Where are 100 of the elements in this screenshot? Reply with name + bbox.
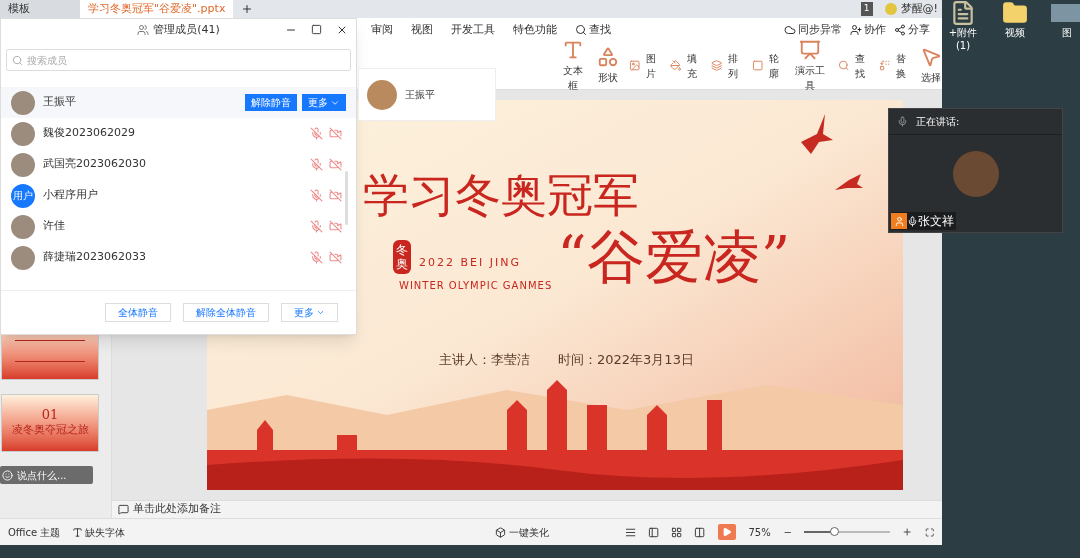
ribbon-tool-button[interactable]: 替换 bbox=[879, 50, 910, 81]
tool-icon bbox=[669, 59, 681, 72]
ribbon-tool-button[interactable]: 图片 bbox=[628, 50, 660, 81]
slide-subtitle: 2022 BEI JING bbox=[419, 255, 521, 271]
tool-icon bbox=[628, 59, 640, 72]
slide-thumbnail[interactable]: 01 凌冬奥夺冠之旅 bbox=[1, 394, 99, 452]
avatar bbox=[11, 121, 35, 146]
ribbon-tool-button[interactable]: 填充 bbox=[669, 50, 701, 81]
seal-stamp: 冬奥 bbox=[393, 240, 411, 274]
slide-name: “谷爱凌” bbox=[557, 228, 791, 286]
cloud-icon bbox=[784, 24, 796, 36]
member-row[interactable]: 薛捷瑞2023062033 bbox=[1, 242, 356, 273]
zoom-slider-thumb[interactable] bbox=[830, 527, 840, 536]
camera-off-icon[interactable] bbox=[329, 189, 342, 202]
thumbnail-title: 凌冬奥夺冠之旅 bbox=[11, 422, 89, 439]
member-row[interactable]: 用户 小程序用户 bbox=[1, 180, 356, 211]
share-icon bbox=[894, 24, 906, 36]
ribbon-tool-button[interactable]: 演示工具 bbox=[792, 38, 828, 93]
member-row[interactable]: 王振平 解除静音 更多 bbox=[1, 87, 356, 118]
member-name: 魏俊2023062029 bbox=[43, 125, 136, 142]
tool-icon bbox=[920, 46, 942, 68]
avatar: 用户 bbox=[11, 183, 35, 208]
panel-title: 管理成员(41) bbox=[153, 21, 220, 38]
ribbon-tab[interactable]: 查找 bbox=[566, 21, 620, 39]
member-row[interactable]: 武国亮2023062030 bbox=[1, 149, 356, 180]
ribbon-tool-button[interactable]: 文本框 bbox=[560, 38, 587, 93]
missing-font-button[interactable]: 缺失字体 bbox=[72, 524, 126, 540]
mic-icon bbox=[907, 215, 918, 227]
file-icon[interactable] bbox=[950, 0, 976, 26]
ribbon-tool-button[interactable]: 轮廓 bbox=[751, 50, 783, 81]
speaking-label: 正在讲话: bbox=[916, 115, 960, 129]
font-icon bbox=[72, 526, 84, 538]
mic-muted-icon[interactable] bbox=[310, 220, 323, 233]
avatar bbox=[11, 90, 35, 115]
tool-icon bbox=[838, 59, 850, 72]
mic-muted-icon[interactable] bbox=[310, 127, 323, 140]
normal-view-icon[interactable] bbox=[648, 525, 660, 539]
unmute-button[interactable]: 解除静音 bbox=[245, 94, 297, 111]
member-row[interactable]: 魏俊2023062029 bbox=[1, 118, 356, 149]
camera-off-icon[interactable] bbox=[329, 127, 342, 140]
document-tab[interactable]: 学习冬奥冠军"谷爱凌".pptx bbox=[80, 0, 234, 18]
avatar bbox=[11, 152, 35, 177]
user-name[interactable]: 梦醒@! bbox=[900, 0, 938, 18]
ribbon-tool-button[interactable]: 排列 bbox=[710, 50, 742, 81]
reading-view-icon[interactable] bbox=[694, 525, 706, 539]
tool-icon bbox=[710, 59, 722, 72]
ribbon-tab[interactable]: 开发工具 bbox=[442, 21, 504, 39]
new-tab-icon[interactable] bbox=[241, 3, 254, 15]
mic-muted-icon[interactable] bbox=[310, 251, 323, 264]
maximize-icon[interactable] bbox=[311, 24, 322, 35]
folder-icon[interactable] bbox=[1002, 0, 1028, 26]
avatar bbox=[367, 79, 397, 110]
person-icon bbox=[893, 215, 905, 227]
avatar bbox=[11, 245, 35, 270]
ribbon-tool-button[interactable]: 形状 bbox=[596, 46, 619, 85]
footer-button[interactable]: 更多 bbox=[281, 303, 338, 322]
slide-sorter-icon[interactable] bbox=[671, 525, 683, 539]
camera-off-icon[interactable] bbox=[329, 158, 342, 171]
bird-icon bbox=[799, 114, 835, 154]
member-name: 王振平 bbox=[405, 88, 435, 102]
ribbon-tab[interactable]: 特色功能 bbox=[504, 21, 566, 39]
zoom-value[interactable]: 75% bbox=[748, 524, 771, 540]
close-icon[interactable] bbox=[336, 24, 348, 36]
presenter-text: 主讲人：李莹洁 bbox=[439, 351, 530, 369]
beautify-button[interactable]: 一键美化 bbox=[495, 524, 550, 540]
members-icon bbox=[137, 24, 150, 36]
ribbon-tool-button[interactable]: 选择 bbox=[920, 46, 942, 85]
camera-off-icon[interactable] bbox=[329, 251, 342, 264]
mic-muted-icon[interactable] bbox=[310, 158, 323, 171]
ribbon-tool-button[interactable]: 查找 bbox=[838, 50, 869, 81]
image-thumbnail[interactable] bbox=[1051, 4, 1080, 22]
avatar bbox=[952, 151, 999, 197]
member-row[interactable]: 许佳 bbox=[1, 211, 356, 242]
camera-off-icon[interactable] bbox=[329, 220, 342, 233]
speaker-name: 张文祥 bbox=[918, 213, 954, 230]
caret-icon bbox=[316, 308, 325, 317]
search-icon bbox=[575, 24, 587, 36]
fit-icon[interactable] bbox=[924, 526, 934, 538]
mic-icon bbox=[897, 116, 908, 127]
zoom-in-icon[interactable] bbox=[902, 526, 913, 538]
ribbon-action-button[interactable]: 分享 bbox=[890, 21, 934, 39]
desktop-icon-label: 视频 bbox=[1005, 26, 1025, 39]
ribbon-tab[interactable]: 审阅 bbox=[362, 21, 402, 39]
play-button[interactable] bbox=[717, 524, 737, 540]
more-button[interactable]: 更多 bbox=[302, 94, 346, 111]
theme-label: Office 主题 bbox=[8, 525, 61, 540]
ribbon-action-button[interactable]: 同步异常 bbox=[780, 21, 846, 39]
mic-muted-icon[interactable] bbox=[310, 189, 323, 202]
date-text: 时间：2022年3月13日 bbox=[558, 351, 694, 369]
footer-button[interactable]: 全体静音 bbox=[105, 303, 171, 322]
tool-icon bbox=[799, 38, 822, 61]
member-name: 武国亮2023062030 bbox=[43, 156, 147, 173]
notes-placeholder[interactable]: 单击此处添加备注 bbox=[133, 501, 221, 518]
cube-icon bbox=[495, 526, 507, 538]
ribbon-action-button[interactable]: 协作 bbox=[846, 21, 890, 39]
document-tab[interactable]: 模板 bbox=[0, 0, 80, 18]
chat-input[interactable]: 说点什么... bbox=[0, 466, 93, 484]
footer-button[interactable]: 解除全体静音 bbox=[183, 303, 269, 322]
ribbon-tab[interactable]: 视图 bbox=[402, 21, 442, 39]
slide-title: 学习冬奥冠军 bbox=[363, 172, 639, 218]
